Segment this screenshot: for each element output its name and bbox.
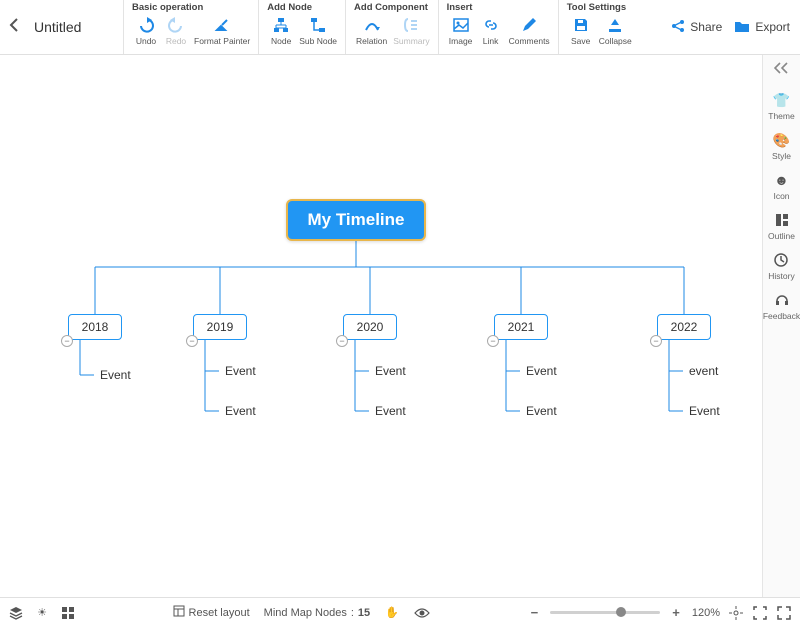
expand-icon[interactable] xyxy=(776,605,792,621)
save-button[interactable]: Save xyxy=(567,14,595,47)
group-title: Add Component xyxy=(354,2,432,13)
year-label: 2019 xyxy=(207,320,234,334)
node-icon xyxy=(271,15,291,35)
palette-icon: 🎨 xyxy=(773,131,791,149)
year-label: 2020 xyxy=(357,320,384,334)
year-label: 2022 xyxy=(671,320,698,334)
reset-layout-button[interactable]: Reset layout xyxy=(173,605,250,620)
fit-screen-icon[interactable] xyxy=(728,605,744,621)
subnode-icon xyxy=(308,15,328,35)
shirt-icon: 👕 xyxy=(773,91,791,109)
pencil-icon xyxy=(519,15,539,35)
sidepanel-collapse-button[interactable] xyxy=(774,61,790,77)
year-node-2019[interactable]: 2019− xyxy=(193,314,247,340)
event-node[interactable]: Event xyxy=(373,402,408,420)
zoom-in-button[interactable]: + xyxy=(668,605,684,620)
outline-icon xyxy=(773,211,791,229)
zoom-slider[interactable] xyxy=(550,611,660,614)
event-node[interactable]: Event xyxy=(373,362,408,380)
toolbar-group-addnode: Add Node Node Sub Node xyxy=(258,0,345,54)
sun-icon[interactable]: ☀ xyxy=(34,605,50,621)
year-label: 2021 xyxy=(508,320,535,334)
collapse-button[interactable]: Collapse xyxy=(597,14,634,47)
zoom-level: 120% xyxy=(692,607,720,619)
save-icon xyxy=(571,15,591,35)
export-icon xyxy=(734,19,750,36)
clock-icon xyxy=(772,251,790,269)
event-node[interactable]: Event xyxy=(524,402,559,420)
insert-image-button[interactable]: Image xyxy=(447,14,475,47)
eye-icon[interactable] xyxy=(414,605,430,621)
top-toolbar: Untitled Basic operation Undo Redo Forma… xyxy=(0,0,800,55)
toolbar-group-tool: Tool Settings Save Collapse xyxy=(558,0,640,54)
add-subnode-button[interactable]: Sub Node xyxy=(297,14,339,47)
link-icon xyxy=(481,15,501,35)
document-title[interactable]: Untitled xyxy=(34,19,81,35)
collapse-icon xyxy=(605,15,625,35)
zoom-out-button[interactable]: − xyxy=(527,605,543,620)
toolbar-group-addcomp: Add Component Relation Summary xyxy=(345,0,438,54)
sidepanel-outline[interactable]: Outline xyxy=(768,211,795,241)
summary-button[interactable]: Summary xyxy=(391,14,431,47)
year-node-2022[interactable]: 2022− xyxy=(657,314,711,340)
event-node[interactable]: Event xyxy=(524,362,559,380)
node-count: Mind Map Nodes : 15 xyxy=(264,607,370,619)
event-node[interactable]: event xyxy=(687,362,720,380)
year-node-2021[interactable]: 2021− xyxy=(494,314,548,340)
insert-link-button[interactable]: Link xyxy=(477,14,505,47)
grid-icon[interactable] xyxy=(60,605,76,621)
event-node[interactable]: Event xyxy=(223,402,258,420)
undo-icon xyxy=(136,15,156,35)
toolbar-right-actions: Share Export xyxy=(671,0,800,54)
right-sidepanel: 👕 Theme 🎨 Style ☻ Icon Outline History F… xyxy=(762,55,800,597)
layers-icon[interactable] xyxy=(8,605,24,621)
undo-button[interactable]: Undo xyxy=(132,14,160,47)
year-node-2020[interactable]: 2020− xyxy=(343,314,397,340)
year-node-2018[interactable]: 2018− xyxy=(68,314,122,340)
group-title: Tool Settings xyxy=(567,2,634,13)
collapse-toggle-icon[interactable]: − xyxy=(336,335,348,347)
face-icon: ☻ xyxy=(773,171,791,189)
sidepanel-theme[interactable]: 👕 Theme xyxy=(768,91,794,121)
insert-comments-button[interactable]: Comments xyxy=(507,14,552,47)
toolbar-group-insert: Insert Image Link Comments xyxy=(438,0,558,54)
event-node[interactable]: Event xyxy=(223,362,258,380)
sidepanel-feedback[interactable]: Feedback xyxy=(763,291,800,321)
sidepanel-style[interactable]: 🎨 Style xyxy=(772,131,791,161)
year-label: 2018 xyxy=(82,320,109,334)
toolbar-group-basic: Basic operation Undo Redo Format Painter xyxy=(123,0,258,54)
headset-icon xyxy=(773,291,791,309)
fullscreen-icon[interactable] xyxy=(752,605,768,621)
event-node[interactable]: Event xyxy=(687,402,722,420)
mindmap-canvas[interactable]: My Timeline 2018−Event2019−EventEvent202… xyxy=(0,55,762,597)
status-bar: ☀ Reset layout Mind Map Nodes : 15 ✋ − +… xyxy=(0,597,800,627)
hand-icon[interactable]: ✋ xyxy=(384,605,400,621)
collapse-toggle-icon[interactable]: − xyxy=(487,335,499,347)
export-button[interactable]: Export xyxy=(734,19,790,36)
collapse-toggle-icon[interactable]: − xyxy=(61,335,73,347)
add-node-button[interactable]: Node xyxy=(267,14,295,47)
back-button[interactable] xyxy=(8,18,20,37)
share-button[interactable]: Share xyxy=(671,19,722,36)
image-icon xyxy=(451,15,471,35)
relation-button[interactable]: Relation xyxy=(354,14,389,47)
relation-icon xyxy=(362,15,382,35)
group-title: Insert xyxy=(447,2,552,13)
sidepanel-history[interactable]: History xyxy=(768,251,794,281)
root-node[interactable]: My Timeline xyxy=(286,199,426,241)
group-title: Add Node xyxy=(267,2,339,13)
redo-button[interactable]: Redo xyxy=(162,14,190,47)
brush-icon xyxy=(212,15,232,35)
collapse-toggle-icon[interactable]: − xyxy=(186,335,198,347)
layout-icon xyxy=(173,605,185,620)
summary-icon xyxy=(401,15,421,35)
sidepanel-icon[interactable]: ☻ Icon xyxy=(773,171,791,201)
collapse-toggle-icon[interactable]: − xyxy=(650,335,662,347)
event-node[interactable]: Event xyxy=(98,366,133,384)
redo-icon xyxy=(166,15,186,35)
share-icon xyxy=(671,19,685,36)
format-painter-button[interactable]: Format Painter xyxy=(192,14,252,47)
group-title: Basic operation xyxy=(132,2,252,13)
